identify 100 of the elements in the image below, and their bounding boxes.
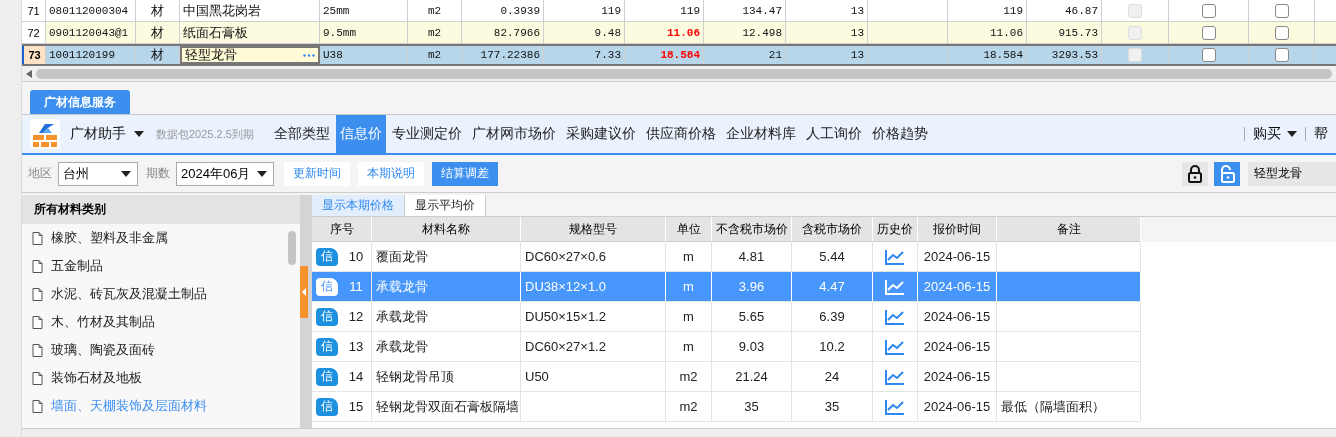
collapse-handle[interactable]	[300, 265, 308, 318]
nav-tab[interactable]: 全部类型	[269, 115, 334, 153]
table-cell: 3.96	[712, 272, 792, 302]
grid-row[interactable]: 71 080112000304 材 中国黑花岗岩 25mm m2 0.3939 119 119 134.47 13 119 46.87	[22, 0, 1336, 22]
table-cell: 2024-06-15	[918, 332, 997, 362]
info-badge: 信	[316, 247, 338, 266]
table-cell: U38	[320, 46, 408, 64]
table-cell: 轻型龙骨	[180, 46, 320, 64]
column-header[interactable]: 含税市场价	[792, 217, 873, 242]
vertical-scrollbar[interactable]	[288, 231, 296, 265]
file-icon	[32, 315, 43, 329]
table-cell: 轻钢龙骨吊顶	[372, 362, 521, 392]
column-header[interactable]: 序号	[312, 217, 372, 242]
category-label: 五金制品	[51, 257, 103, 275]
checkbox[interactable]	[1274, 25, 1289, 40]
file-icon	[32, 399, 43, 413]
nav-tab[interactable]: 企业材料库	[721, 115, 800, 153]
table-cell: 13	[786, 0, 868, 21]
table-cell: 1001120199	[46, 46, 136, 64]
column-header[interactable]: 备注	[997, 217, 1141, 242]
column-header[interactable]: 单位	[666, 217, 712, 242]
nav-tab[interactable]: 采购建议价	[561, 115, 640, 153]
category-label: 水泥、砖瓦灰及混凝土制品	[51, 285, 207, 303]
category-item[interactable]: 橡胶、塑料及非金属	[22, 224, 300, 252]
trend-chart-icon[interactable]	[885, 248, 905, 265]
table-cell: 177.22386	[462, 46, 544, 64]
trend-chart-icon[interactable]	[885, 338, 905, 355]
checkbox[interactable]	[1201, 25, 1216, 40]
file-icon	[32, 371, 43, 385]
nav-tab[interactable]: 价格趋势	[867, 115, 932, 153]
table-cell: DC60×27×1.2	[521, 332, 666, 362]
price-row[interactable]: 信 13 承载龙骨 DC60×27×1.2 m 9.03 10.2 2024-06-15	[312, 332, 1336, 362]
more-icon[interactable]	[303, 53, 315, 57]
table-cell: 承载龙骨	[372, 332, 521, 362]
scroll-left-icon[interactable]	[26, 69, 32, 78]
category-item[interactable]: 玻璃、陶瓷及面砖	[22, 336, 300, 364]
nav-tab[interactable]: 专业测定价	[387, 115, 466, 153]
file-icon	[32, 287, 43, 301]
price-row[interactable]: 信 10 覆面龙骨 DC60×27×0.6 m 4.81 5.44 2024-06-15	[312, 242, 1336, 272]
table-cell: 080112000304	[46, 0, 136, 21]
column-header[interactable]: 历史价	[873, 217, 918, 242]
table-cell: 9.03	[712, 332, 792, 362]
table-cell: m	[666, 272, 712, 302]
category-item[interactable]: 水泥、砖瓦灰及混凝土制品	[22, 280, 300, 308]
column-header[interactable]: 不含税市场价	[712, 217, 792, 242]
lock-button[interactable]	[1182, 161, 1208, 186]
table-cell: 119	[544, 0, 625, 21]
filter-button[interactable]: 更新时间	[284, 161, 350, 186]
checkbox[interactable]	[1274, 48, 1289, 62]
table-cell: 18.584	[625, 46, 704, 64]
unlock-button[interactable]	[1214, 161, 1240, 186]
app-menu[interactable]: 广材助手	[60, 115, 156, 153]
region-select[interactable]: 台州	[58, 161, 138, 186]
table-cell: m2	[408, 22, 462, 43]
price-tab[interactable]: 显示平均价	[405, 195, 486, 216]
trend-chart-icon[interactable]	[885, 368, 905, 385]
grid-row[interactable]: 72 0901120043@1 材 纸面石膏板 9.5mm m2 82.7966 9.48 11.06 12.498 13 11.06 915.73	[22, 22, 1336, 44]
checkbox[interactable]	[1201, 48, 1216, 62]
table-cell: 21	[704, 46, 786, 64]
trend-chart-icon[interactable]	[885, 308, 905, 325]
checkbox[interactable]	[1201, 3, 1216, 18]
info-badge: 信	[316, 337, 338, 356]
row-number: 72	[22, 22, 46, 43]
filter-button[interactable]: 本期说明	[358, 161, 424, 186]
table-cell: 材	[136, 0, 180, 21]
table-cell: 11.06	[625, 22, 704, 43]
checkbox[interactable]	[1274, 3, 1289, 18]
category-item[interactable]: 装饰石材及地板	[22, 364, 300, 392]
info-badge: 信	[316, 367, 338, 386]
period-select[interactable]: 2024年06月	[176, 161, 274, 186]
nav-tab[interactable]: 广材网市场价	[467, 115, 560, 153]
search-field[interactable]: 轻型龙骨	[1248, 161, 1336, 186]
table-cell: 4.47	[792, 272, 873, 302]
price-row[interactable]: 信 14 轻钢龙骨吊顶 U50 m2 21.24 24 2024-06-15	[312, 362, 1336, 392]
buy-menu[interactable]: 购买	[1245, 115, 1305, 153]
table-cell: 2024-06-15	[918, 392, 997, 422]
table-cell: 7.33	[544, 46, 625, 64]
category-item[interactable]: 五金制品	[22, 252, 300, 280]
column-header[interactable]: 报价时间	[918, 217, 997, 242]
help-menu[interactable]: 帮	[1306, 115, 1336, 153]
horizontal-scrollbar[interactable]	[22, 66, 1336, 82]
column-header[interactable]: 规格型号	[521, 217, 666, 242]
nav-tab[interactable]: 供应商价格	[641, 115, 720, 153]
table-cell: 134.47	[704, 0, 786, 21]
price-row[interactable]: 信 15 轻钢龙骨双面石膏板隔墙 m2 35 35 2024-06-15 最低（隔墙面积）	[312, 392, 1336, 422]
table-cell: 35	[792, 392, 873, 422]
table-cell: 18.584	[948, 46, 1027, 64]
row-number: 13	[347, 339, 365, 354]
row-number: 12	[347, 309, 365, 324]
table-cell: 轻钢龙骨双面石膏板隔墙	[372, 392, 521, 422]
category-label: 装饰石材及地板	[51, 369, 142, 387]
grid-row[interactable]: 73 1001120199 材 轻型龙骨 U38 m2 177.22386 7.33 18.584 21 13 18.584 3293.53	[22, 44, 1336, 66]
category-label: 橡胶、塑料及非金属	[51, 229, 168, 247]
category-item[interactable]: 木、竹材及其制品	[22, 308, 300, 336]
nav-tab[interactable]: 人工询价	[801, 115, 866, 153]
column-header[interactable]: 材料名称	[372, 217, 521, 242]
price-row[interactable]: 信 12 承载龙骨 DU50×15×1.2 m 5.65 6.39 2024-06-15	[312, 302, 1336, 332]
table-cell: 82.7966	[462, 22, 544, 43]
trend-chart-icon[interactable]	[885, 398, 905, 415]
region-label: 地区	[28, 165, 52, 182]
